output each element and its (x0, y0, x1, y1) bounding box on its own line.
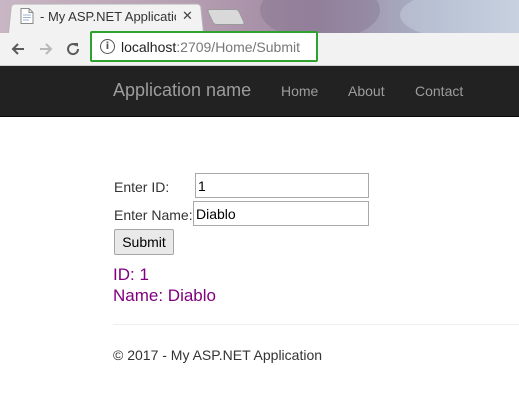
id-input[interactable] (195, 173, 369, 198)
id-label: Enter ID: (114, 179, 170, 195)
footer-text: © 2017 - My ASP.NET Application (113, 347, 323, 363)
result-name: Name: Diablo (113, 286, 216, 305)
close-icon[interactable]: ✕ (182, 9, 193, 24)
name-label: Enter Name: (114, 207, 193, 223)
back-button[interactable] (8, 39, 28, 59)
divider (113, 324, 519, 325)
brand-link[interactable]: Application name (113, 80, 251, 101)
info-icon[interactable]: i (100, 39, 115, 54)
nav-link-contact[interactable]: Contact (415, 83, 463, 99)
reload-button[interactable] (63, 39, 83, 59)
nav-link-home[interactable]: Home (281, 83, 318, 99)
site-navbar: Application name Home About Contact (0, 66, 519, 117)
address-bar[interactable]: i localhost:2709/Home/Submit (90, 31, 318, 62)
reload-icon (67, 43, 80, 56)
forward-button[interactable] (36, 39, 56, 59)
background-decoration (400, 0, 519, 33)
address-path: :2709/Home/Submit (176, 38, 300, 55)
arrow-right-icon (40, 43, 53, 55)
name-input[interactable] (193, 201, 369, 226)
background-decoration (260, 0, 380, 33)
submit-button[interactable]: Submit (114, 229, 174, 255)
tab-title: - My ASP.NET Application (40, 8, 176, 24)
nav-link-about[interactable]: About (348, 83, 385, 99)
result-id: ID: 1 (113, 265, 149, 284)
browser-tab-strip: - My ASP.NET Application ✕ (0, 0, 519, 33)
document-icon (20, 8, 34, 24)
address-host: localhost (121, 38, 177, 55)
new-tab-button[interactable] (206, 9, 246, 25)
browser-tab-content[interactable]: - My ASP.NET Application ✕ (20, 5, 204, 27)
arrow-left-icon (11, 43, 24, 55)
